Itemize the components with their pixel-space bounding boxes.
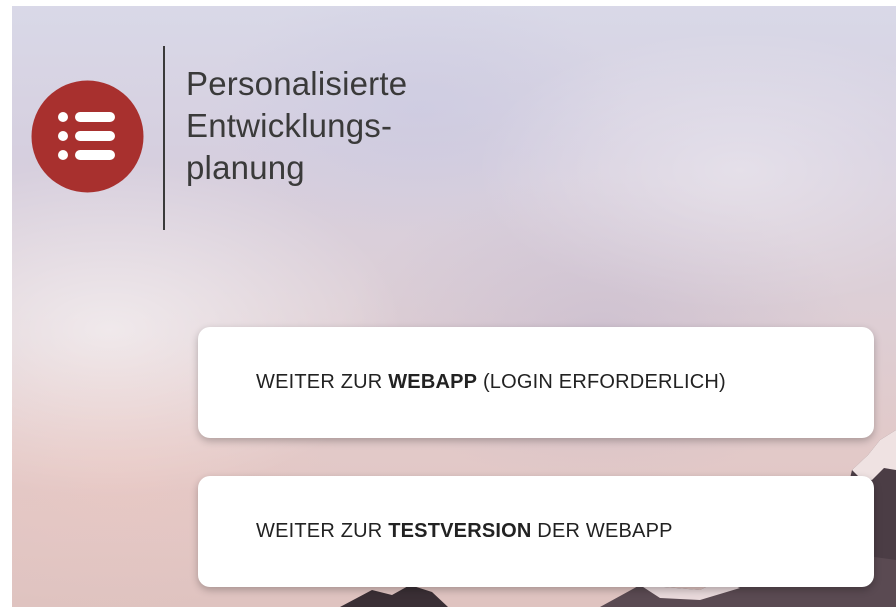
webapp-button-suffix: (LOGIN ERFORDERLICH) (477, 371, 726, 393)
testversion-button-suffix: DER WEBAPP (531, 520, 673, 542)
list-icon (31, 80, 144, 193)
app-title-line-1: Personalisierte (186, 65, 408, 102)
webapp-login-button[interactable]: WEITER ZUR WEBAPP (LOGIN ERFORDERLICH) (198, 327, 874, 438)
landing-page: Personalisierte Entwicklungs- planung WE… (0, 0, 896, 607)
app-title: Personalisierte Entwicklungs- planung (186, 63, 407, 189)
testversion-button[interactable]: WEITER ZUR TESTVERSION DER WEBAPP (198, 476, 874, 587)
brand-divider (163, 46, 165, 230)
app-title-line-2: Entwicklungs- (186, 107, 393, 144)
webapp-button-bold: WEBAPP (388, 371, 478, 393)
app-title-line-3: planung (186, 149, 305, 186)
testversion-button-prefix: WEITER ZUR (256, 520, 389, 542)
webapp-button-prefix: WEITER ZUR (256, 371, 389, 393)
testversion-button-bold: TESTVERSION (388, 520, 532, 542)
